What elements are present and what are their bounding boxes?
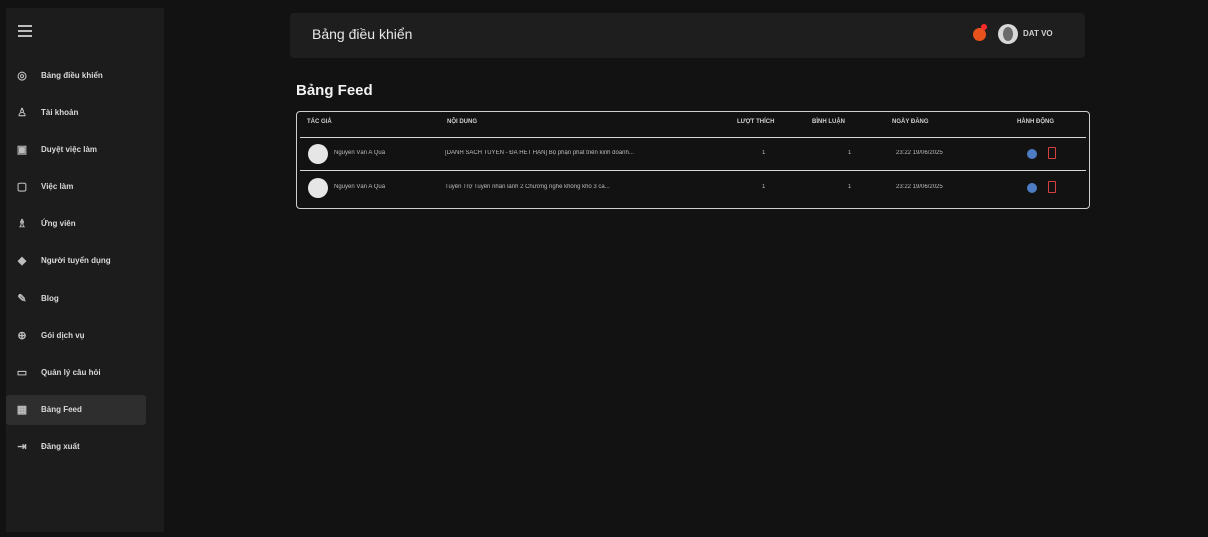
sidebar-item-packages[interactable]: ⊕ Gói dịch vụ <box>6 320 146 350</box>
sidebar-item-blog[interactable]: ✎ Blog <box>6 283 146 313</box>
sidebar-item-label: Quản lý câu hỏi <box>41 368 101 377</box>
column-header-actions: HÀNH ĐỘNG <box>1017 119 1054 125</box>
notification-badge <box>981 24 987 30</box>
recruiter-icon: ◆ <box>17 255 27 268</box>
sidebar-item-logout[interactable]: ⇥ Đăng xuất <box>6 432 146 462</box>
post-content: Tuyển Trợ Tuyển nhân lành 2 Chương nghề … <box>445 184 610 190</box>
sidebar-item-label: Ứng viên <box>41 219 76 229</box>
view-icon[interactable] <box>1027 183 1037 193</box>
author-name: Nguyễn Văn A Quá <box>334 150 386 156</box>
page-title: Bảng Feed <box>296 82 373 99</box>
briefcase-icon: ▢ <box>16 181 28 194</box>
package-icon: ⊕ <box>17 329 27 342</box>
likes-count: 1 <box>762 150 766 156</box>
comments-count: 1 <box>848 184 852 190</box>
top-bar: Bảng điều khiển DAT VO <box>290 13 1085 58</box>
author-avatar <box>308 144 328 164</box>
blog-icon: ✎ <box>17 292 27 305</box>
sidebar-nav: ◎ Bảng điều khiển ♙ Tài khoản ▣ Duyệt vi… <box>6 60 164 469</box>
sidebar-item-accounts[interactable]: ♙ Tài khoản <box>6 97 146 127</box>
feed-table: TÁC GIẢ NỘI DUNG LƯỢT THÍCH BÌNH LUẬN NG… <box>296 111 1090 209</box>
sidebar-item-label: Tài khoản <box>41 107 79 117</box>
column-header-likes: LƯỢT THÍCH <box>737 119 775 125</box>
table-row: Nguyễn Văn A Quá [DANH SÁCH TUYỂN - ĐÃ H… <box>300 137 1086 171</box>
header-title: Bảng điều khiển <box>312 26 413 42</box>
column-header-date: NGÀY ĐĂNG <box>892 119 929 125</box>
sidebar-item-label: Người tuyển dụng <box>41 256 111 266</box>
table-row: Nguyễn Văn A Quá Tuyển Trợ Tuyển nhân là… <box>300 172 1086 204</box>
sidebar-item-approve-jobs[interactable]: ▣ Duyệt việc làm <box>6 134 146 164</box>
sidebar-item-dashboard[interactable]: ◎ Bảng điều khiển <box>6 60 146 90</box>
feed-icon: ▦ <box>16 404 28 417</box>
likes-count: 1 <box>762 184 766 190</box>
avatar[interactable] <box>998 24 1018 44</box>
sidebar-item-label: Gói dịch vụ <box>41 330 85 340</box>
column-header-content: NỘI DUNG <box>447 119 477 125</box>
sidebar-item-label: Blog <box>41 293 59 303</box>
sidebar-item-jobs[interactable]: ▢ Việc làm <box>6 172 146 202</box>
sidebar-item-label: Duyệt việc làm <box>41 144 98 154</box>
sidebar-item-label: Bảng Feed <box>41 405 82 415</box>
sidebar-item-questions[interactable]: ▭ Quản lý câu hỏi <box>6 358 146 388</box>
logout-icon: ⇥ <box>17 441 27 454</box>
author-name: Nguyễn Văn A Quá <box>334 184 386 190</box>
delete-icon[interactable] <box>1048 181 1056 193</box>
username[interactable]: DAT VO <box>1023 29 1053 38</box>
user-icon: ♙ <box>17 106 27 119</box>
comments-count: 1 <box>848 150 852 156</box>
sidebar-item-label: Đăng xuất <box>41 442 80 452</box>
dashboard-icon: ◎ <box>17 69 27 82</box>
column-header-author: TÁC GIẢ <box>307 119 332 125</box>
menu-icon[interactable] <box>18 25 32 37</box>
sidebar: ◎ Bảng điều khiển ♙ Tài khoản ▣ Duyệt vi… <box>6 8 164 532</box>
sidebar-item-candidates[interactable]: ♗ Ứng viên <box>6 209 146 239</box>
chat-icon: ▭ <box>16 367 28 379</box>
sidebar-item-recruiters[interactable]: ◆ Người tuyển dụng <box>6 246 146 276</box>
author-avatar <box>308 178 328 198</box>
delete-icon[interactable] <box>1048 147 1056 159</box>
approve-icon: ▣ <box>16 143 28 156</box>
post-date: 23:22 19/06/2025 <box>896 150 943 156</box>
post-content: [DANH SÁCH TUYỂN - ĐÃ HẾT HẠN] Bộ phận p… <box>445 150 634 156</box>
view-icon[interactable] <box>1027 149 1037 159</box>
post-date: 23:22 19/06/2025 <box>896 184 943 190</box>
sidebar-item-label: Việc làm <box>41 182 74 192</box>
people-icon: ♗ <box>17 218 27 231</box>
sidebar-item-label: Bảng điều khiển <box>41 70 103 80</box>
sidebar-item-feed[interactable]: ▦ Bảng Feed <box>6 394 146 425</box>
column-header-comments: BÌNH LUẬN <box>812 119 845 125</box>
